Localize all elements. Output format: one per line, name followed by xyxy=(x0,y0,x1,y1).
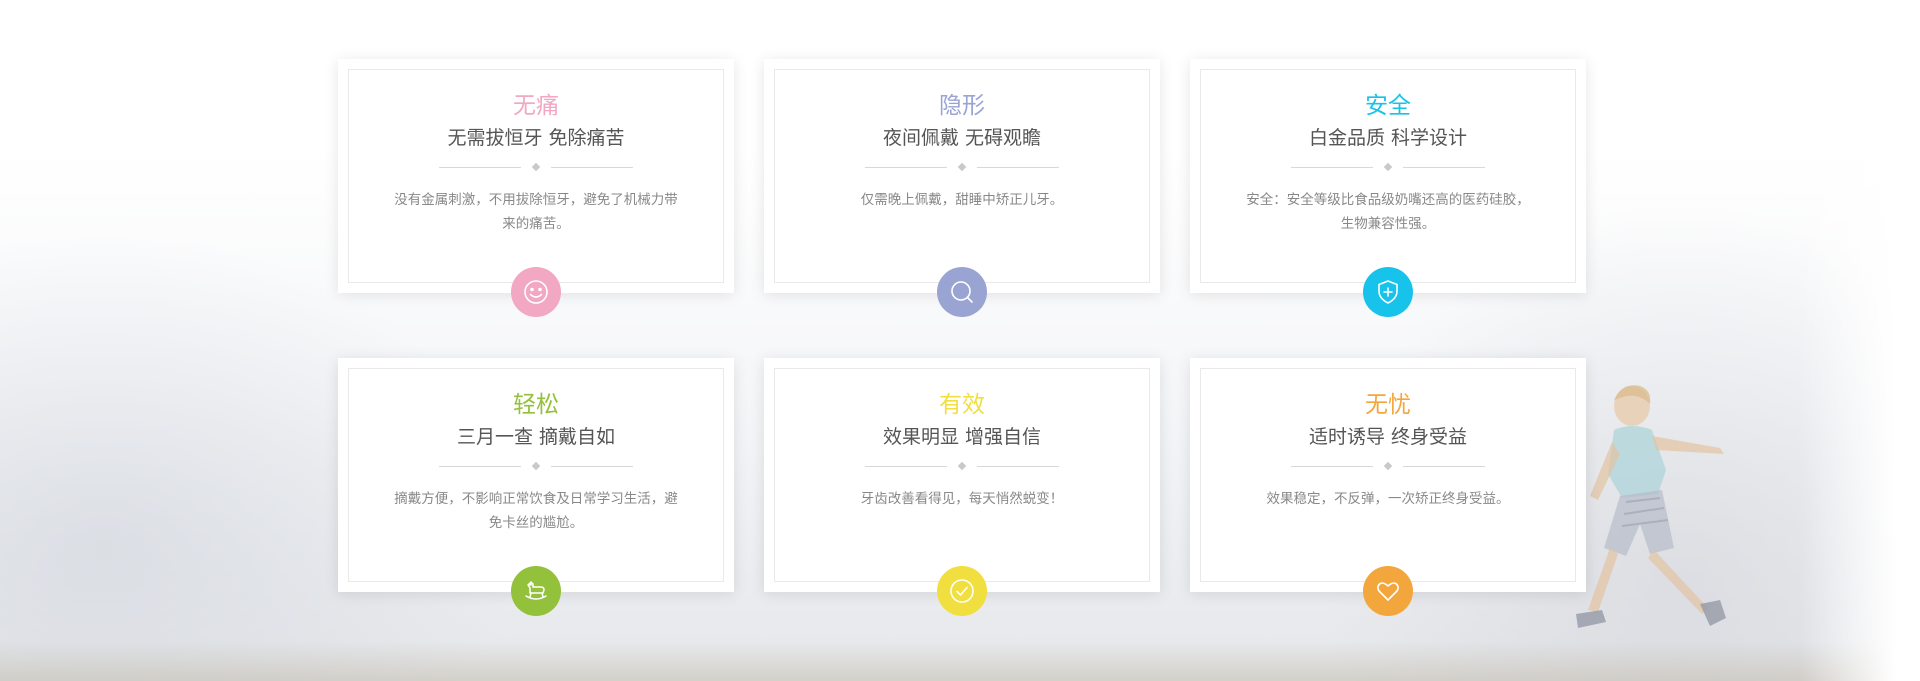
card-subtitle: 白金品质 科学设计 xyxy=(1308,127,1468,149)
shield-plus-icon xyxy=(1363,267,1413,317)
card-title: 无痛 xyxy=(513,93,559,119)
card-subtitle: 适时诱导 终身受益 xyxy=(1308,426,1468,448)
smiley-face-icon xyxy=(511,267,561,317)
card-frame: 无痛 无需拔恒牙 免除痛苦 没有金属刺激，不用拔除恒牙，避免了机械力带来的痛苦。 xyxy=(348,69,724,283)
feature-card-invisible: 隐形 夜间佩戴 无碍观瞻 仅需晚上佩戴，甜睡中矫正儿牙。 xyxy=(764,59,1160,317)
feature-card-safe: 安全 白金品质 科学设计 安全：安全等级比食品级奶嘴还高的医药硅胶，生物兼容性强… xyxy=(1190,59,1586,317)
background-ground xyxy=(0,641,1920,681)
card-description: 仅需晚上佩戴，甜睡中矫正儿牙。 xyxy=(860,192,1064,208)
card-frame: 有效 效果明显 增强自信 牙齿改善看得见，每天悄然蜕变！ xyxy=(774,368,1150,582)
card-title: 有效 xyxy=(939,392,985,418)
card-divider xyxy=(1291,461,1485,471)
card-title: 无忧 xyxy=(1365,392,1411,418)
feature-card-worry-free: 无忧 适时诱导 终身受益 效果稳定，不反弹，一次矫正终身受益。 xyxy=(1190,358,1586,616)
card-title: 隐形 xyxy=(939,93,985,119)
check-circle-icon xyxy=(937,566,987,616)
heart-icon xyxy=(1363,566,1413,616)
feature-card-painless: 无痛 无需拔恒牙 免除痛苦 没有金属刺激，不用拔除恒牙，避免了机械力带来的痛苦。 xyxy=(338,59,734,317)
card-subtitle: 夜间佩戴 无碍观瞻 xyxy=(882,127,1042,149)
card-title: 轻松 xyxy=(513,392,559,418)
card-divider xyxy=(865,461,1059,471)
card-subtitle: 效果明显 增强自信 xyxy=(882,426,1042,448)
card-subtitle: 三月一查 摘戴自如 xyxy=(456,426,616,448)
feature-card-easy: 轻松 三月一查 摘戴自如 摘戴方便，不影响正常饮食及日常学习生活，避免卡丝的尴尬… xyxy=(338,358,734,616)
background-right-fade xyxy=(1800,0,1920,681)
feature-card-effective: 有效 效果明显 增强自信 牙齿改善看得见，每天悄然蜕变！ xyxy=(764,358,1160,616)
rocking-horse-icon xyxy=(511,566,561,616)
card-frame: 隐形 夜间佩戴 无碍观瞻 仅需晚上佩戴，甜睡中矫正儿牙。 xyxy=(774,69,1150,283)
card-divider xyxy=(439,162,633,172)
card-divider xyxy=(865,162,1059,172)
card-frame: 安全 白金品质 科学设计 安全：安全等级比食品级奶嘴还高的医药硅胶，生物兼容性强… xyxy=(1200,69,1576,283)
card-description: 安全：安全等级比食品级奶嘴还高的医药硅胶，生物兼容性强。 xyxy=(1246,192,1530,232)
card-description: 效果稳定，不反弹，一次矫正终身受益。 xyxy=(1266,491,1510,507)
card-frame: 轻松 三月一查 摘戴自如 摘戴方便，不影响正常饮食及日常学习生活，避免卡丝的尴尬… xyxy=(348,368,724,582)
card-divider xyxy=(439,461,633,471)
card-frame: 无忧 适时诱导 终身受益 效果稳定，不反弹，一次矫正终身受益。 xyxy=(1200,368,1576,582)
card-description: 牙齿改善看得见，每天悄然蜕变！ xyxy=(860,491,1064,507)
magnifier-icon xyxy=(937,267,987,317)
running-child-image xyxy=(1576,385,1726,628)
card-subtitle: 无需拔恒牙 免除痛苦 xyxy=(447,127,625,149)
card-description: 没有金属刺激，不用拔除恒牙，避免了机械力带来的痛苦。 xyxy=(394,192,678,232)
card-description: 摘戴方便，不影响正常饮食及日常学习生活，避免卡丝的尴尬。 xyxy=(394,491,678,531)
card-divider xyxy=(1291,162,1485,172)
card-title: 安全 xyxy=(1365,93,1411,119)
